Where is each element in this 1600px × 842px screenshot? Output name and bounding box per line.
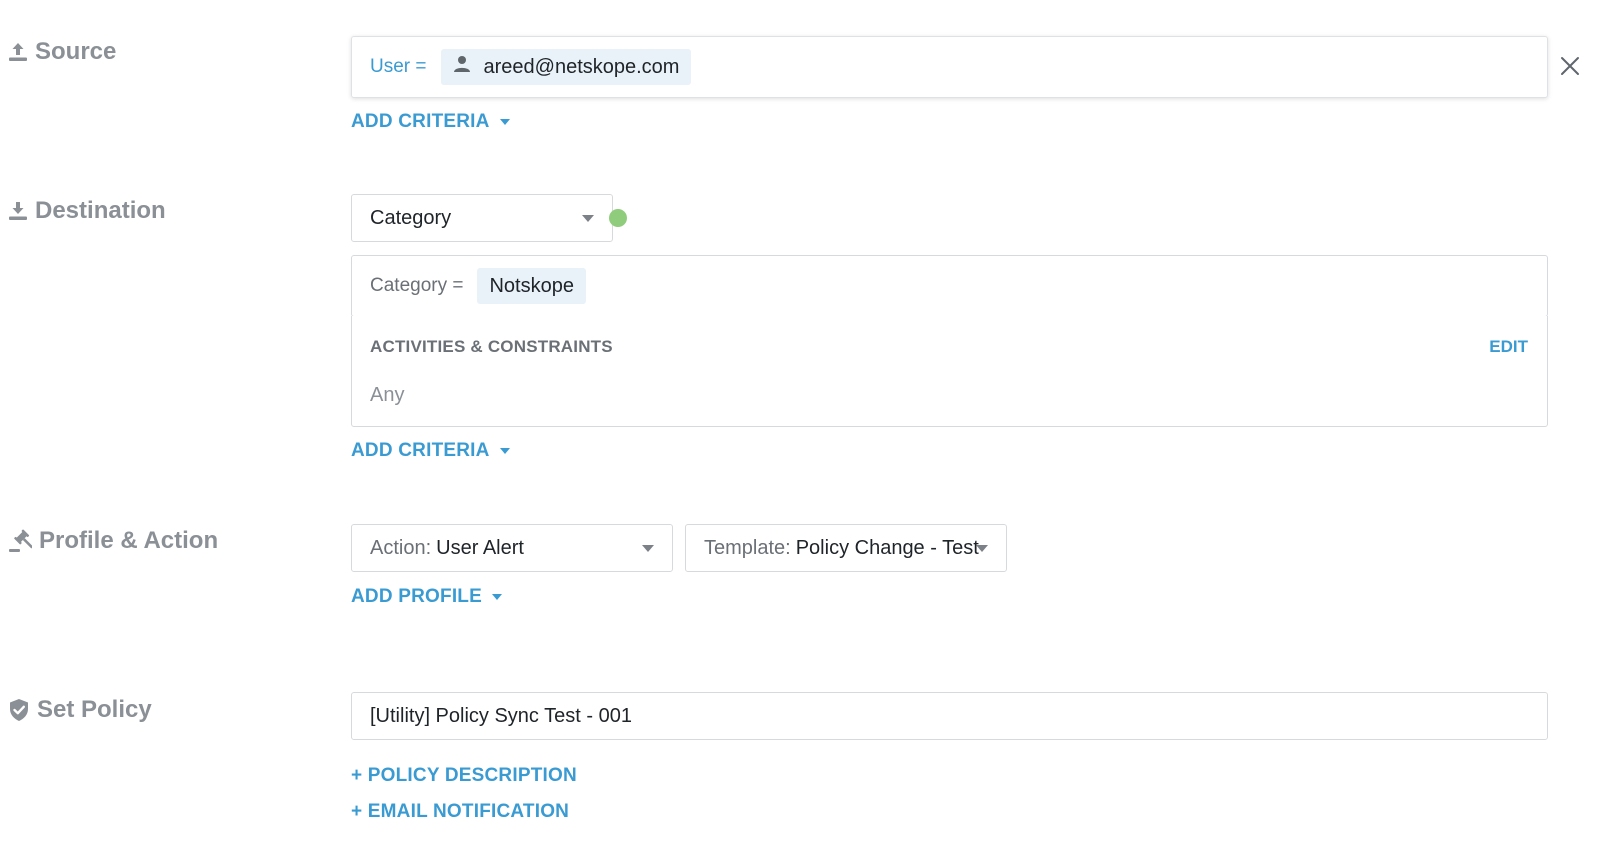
policy-name-input[interactable]: [351, 692, 1548, 740]
destination-label: Destination: [35, 197, 166, 224]
profile-action-label: Profile & Action: [39, 527, 219, 554]
source-user-value: areed@netskope.com: [483, 55, 680, 78]
destination-type-select[interactable]: Category: [351, 194, 613, 242]
source-user-chip[interactable]: areed@netskope.com: [440, 49, 692, 85]
source-criteria-box[interactable]: User = areed@netskope.com: [351, 36, 1548, 98]
user-icon: [453, 55, 471, 79]
template-select[interactable]: Template: Policy Change - Test: [685, 524, 1007, 572]
set-policy-label: Set Policy: [37, 696, 152, 723]
activities-edit-button[interactable]: EDIT: [1489, 337, 1528, 357]
destination-criteria-key[interactable]: Category =: [370, 275, 463, 297]
download-icon: [8, 200, 28, 222]
caret-down-icon: [499, 119, 510, 125]
chevron-down-icon: [582, 215, 594, 222]
template-prefix: Template:: [704, 536, 791, 559]
chevron-down-icon: [642, 545, 654, 552]
policy-description-link[interactable]: + POLICY DESCRIPTION: [351, 765, 577, 787]
activities-title: ACTIVITIES & CONSTRAINTS: [370, 337, 613, 356]
activities-constraints-panel: ACTIVITIES & CONSTRAINTS EDIT Any: [351, 316, 1548, 427]
email-notification-link[interactable]: + EMAIL NOTIFICATION: [351, 801, 569, 823]
policy-editor: Source User = areed@netskope.com ADD CRI…: [0, 0, 1600, 842]
shield-check-icon: [8, 698, 30, 722]
destination-add-criteria-button[interactable]: ADD CRITERIA: [351, 440, 510, 462]
chevron-down-icon: [976, 545, 988, 552]
source-label: Source: [35, 38, 117, 65]
source-add-criteria-label: ADD CRITERIA: [351, 111, 490, 132]
add-profile-button[interactable]: ADD PROFILE: [351, 586, 502, 608]
upload-icon: [8, 41, 28, 63]
destination-category-value: Notskope: [489, 274, 574, 297]
gavel-icon: [8, 529, 32, 553]
close-icon[interactable]: [1558, 54, 1582, 78]
action-value: User Alert: [436, 536, 524, 559]
set-policy-section-label: Set Policy: [8, 696, 152, 724]
policy-description-label: + POLICY DESCRIPTION: [351, 765, 577, 786]
add-profile-label: ADD PROFILE: [351, 586, 482, 607]
profile-action-section-label: Profile & Action: [8, 527, 218, 555]
email-notification-label: + EMAIL NOTIFICATION: [351, 801, 570, 822]
destination-criteria-box[interactable]: Category = Notskope: [351, 255, 1548, 317]
destination-category-chip[interactable]: Notskope: [477, 268, 586, 304]
destination-section-label: Destination: [8, 197, 166, 225]
action-prefix: Action:: [370, 536, 432, 559]
caret-down-icon: [491, 594, 502, 600]
status-indicator-dot: [609, 209, 627, 227]
template-value: Policy Change - Test: [795, 536, 979, 559]
caret-down-icon: [499, 448, 510, 454]
activities-value: Any: [370, 384, 405, 406]
destination-type-value: Category: [370, 206, 452, 229]
source-section-label: Source: [8, 38, 116, 66]
source-criteria-key[interactable]: User =: [370, 56, 427, 78]
destination-add-criteria-label: ADD CRITERIA: [351, 440, 490, 461]
source-add-criteria-button[interactable]: ADD CRITERIA: [351, 111, 510, 133]
action-select[interactable]: Action: User Alert: [351, 524, 673, 572]
